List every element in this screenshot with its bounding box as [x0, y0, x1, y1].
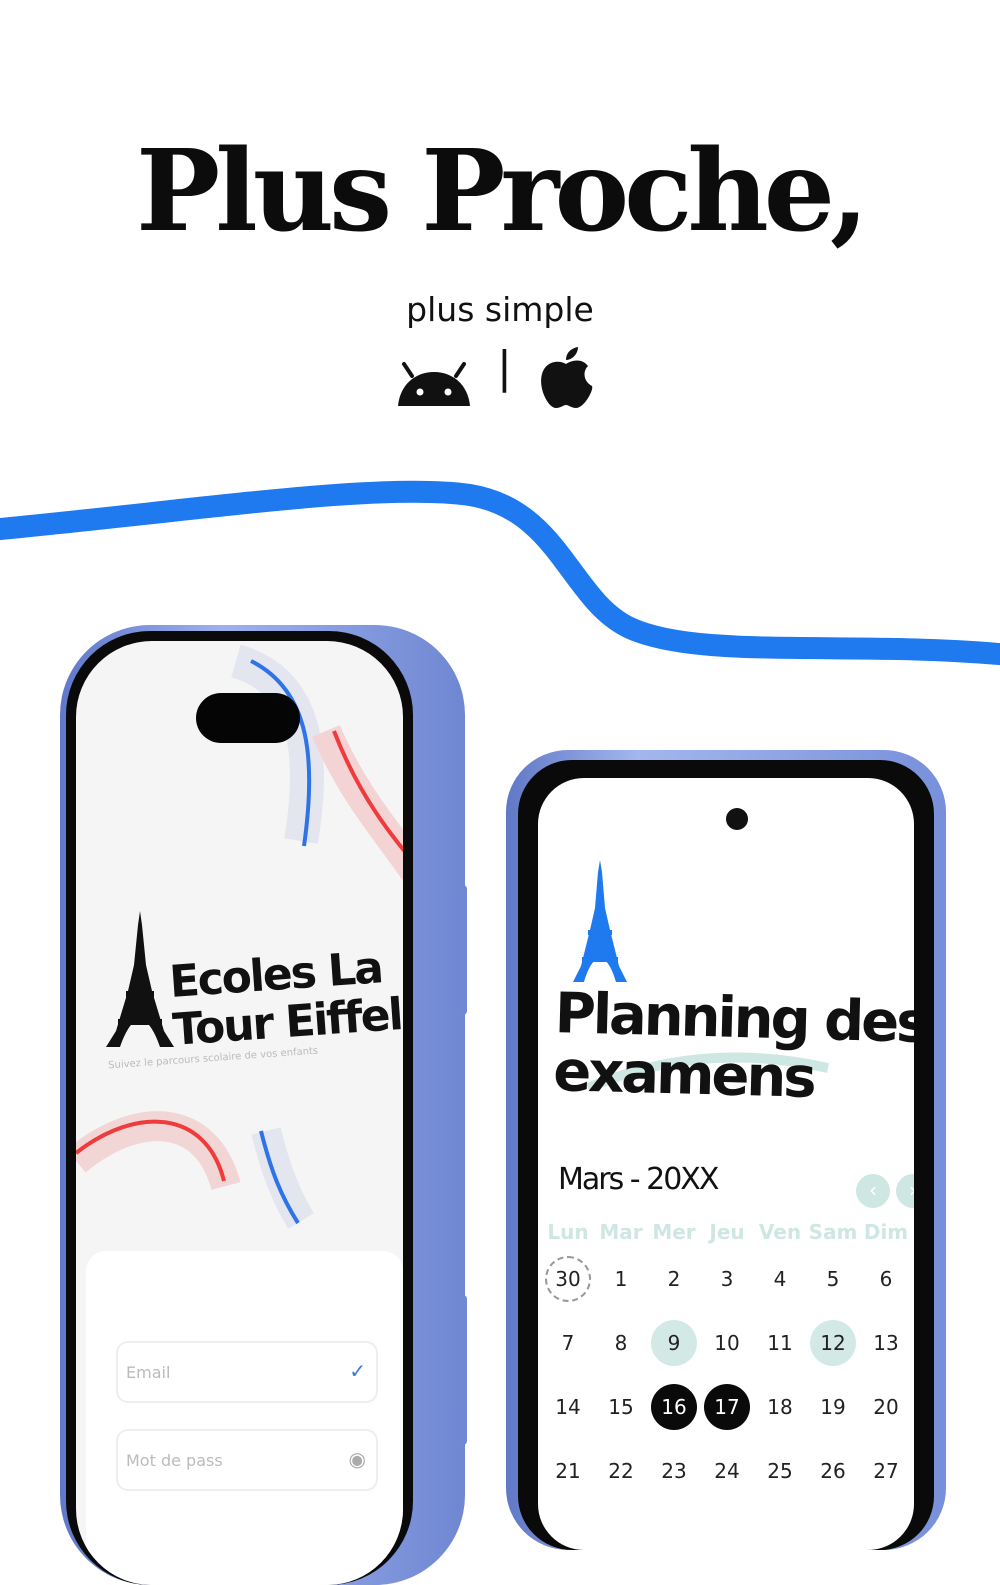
chevron-right-icon: ›	[909, 1178, 914, 1202]
brand-name: Ecoles La Tour Eiffel	[168, 942, 403, 1056]
calendar-day[interactable]: 25	[757, 1448, 803, 1494]
calendar-day[interactable]: 7	[545, 1320, 591, 1366]
calendar-day[interactable]: 10	[704, 1320, 750, 1366]
hero-subtitle: plus simple	[406, 290, 594, 329]
side-button	[459, 885, 467, 1015]
calendar-day[interactable]: 18	[757, 1384, 803, 1430]
page-title: Planning des examens	[552, 981, 914, 1111]
calendar-day[interactable]: 22	[598, 1448, 644, 1494]
dynamic-island	[196, 693, 300, 743]
calendar-day[interactable]: 3	[704, 1256, 750, 1302]
eiffel-tower-icon	[106, 911, 174, 1047]
calendar-day[interactable]: 30	[545, 1256, 591, 1302]
calendar-day[interactable]: 24	[704, 1448, 750, 1494]
calendar-day[interactable]: 5	[810, 1256, 856, 1302]
weekday-label: Jeu	[709, 1220, 745, 1244]
calendar-day[interactable]: 14	[545, 1384, 591, 1430]
chevron-left-icon: ‹	[869, 1178, 877, 1202]
calendar-day[interactable]: 23	[651, 1448, 697, 1494]
weekday-label: Mar	[599, 1220, 643, 1244]
check-icon: ✓	[349, 1359, 366, 1383]
month-label: Mars - 20XX	[558, 1162, 719, 1197]
calendar-day[interactable]: 21	[545, 1448, 591, 1494]
front-camera	[726, 808, 748, 830]
calendar-day[interactable]: 9	[651, 1320, 697, 1366]
prev-month-button[interactable]: ‹	[856, 1174, 890, 1208]
phone-bezel: Planning des examens Mars - 20XX ‹ › Lun…	[518, 760, 934, 1550]
side-button	[459, 1295, 467, 1445]
calendar-day[interactable]: 16	[651, 1384, 697, 1430]
login-form-panel: Email ✓ Mot de pass ◉	[86, 1251, 403, 1585]
login-screen: Ecoles La Tour Eiffel Suivez le parcours…	[76, 641, 403, 1585]
eye-icon[interactable]: ◉	[349, 1447, 366, 1471]
platform-separator: |	[497, 342, 512, 393]
weekday-label: Ven	[758, 1220, 802, 1244]
calendar-day[interactable]: 11	[757, 1320, 803, 1366]
password-field[interactable]: Mot de pass ◉	[116, 1429, 378, 1491]
password-placeholder: Mot de pass	[126, 1451, 223, 1470]
weekday-label: Lun	[547, 1220, 589, 1244]
android-icon[interactable]	[394, 360, 474, 410]
calendar-day[interactable]: 12	[810, 1320, 856, 1366]
weekday-label: Sam	[808, 1220, 858, 1244]
calendar-day[interactable]: 19	[810, 1384, 856, 1430]
weekday-label: Dim	[863, 1220, 909, 1244]
calendar-day[interactable]: 4	[757, 1256, 803, 1302]
email-placeholder: Email	[126, 1363, 171, 1382]
calendar-day[interactable]: 17	[704, 1384, 750, 1430]
calendar-day[interactable]: 26	[810, 1448, 856, 1494]
calendar-day[interactable]: 20	[863, 1384, 909, 1430]
calendar-day[interactable]: 6	[863, 1256, 909, 1302]
eiffel-tower-icon	[573, 860, 627, 982]
calendar-day[interactable]: 2	[651, 1256, 697, 1302]
calendar-day[interactable]: 13	[863, 1320, 909, 1366]
weekday-label: Mer	[652, 1220, 696, 1244]
apple-icon[interactable]	[536, 346, 596, 412]
calendar-day[interactable]: 27	[863, 1448, 909, 1494]
calendar-day[interactable]: 15	[598, 1384, 644, 1430]
phone-planning-mockup: Planning des examens Mars - 20XX ‹ › Lun…	[506, 750, 946, 1550]
hero-title: Plus Proche,	[135, 126, 869, 257]
calendar-day[interactable]: 1	[598, 1256, 644, 1302]
next-month-button[interactable]: ›	[896, 1174, 914, 1208]
phone-bezel: Ecoles La Tour Eiffel Suivez le parcours…	[66, 631, 413, 1585]
platform-badges: |	[0, 340, 1000, 420]
email-field[interactable]: Email ✓	[116, 1341, 378, 1403]
planning-screen: Planning des examens Mars - 20XX ‹ › Lun…	[538, 778, 914, 1550]
calendar-day[interactable]: 8	[598, 1320, 644, 1366]
phone-login-mockup: Ecoles La Tour Eiffel Suivez le parcours…	[60, 625, 467, 1585]
